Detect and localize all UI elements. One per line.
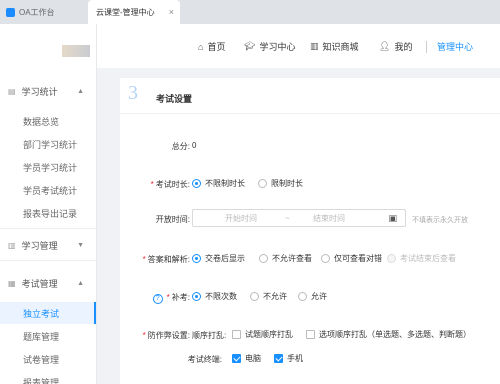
sidebar-item-report-management[interactable]: 报表管理: [0, 371, 96, 384]
makeup-label: ? * 补考:: [120, 292, 190, 304]
divider: [426, 41, 427, 53]
open-time-label: 开放时间:: [155, 215, 190, 224]
anti-cheat-label: * 防作弊设置:: [142, 331, 190, 340]
section-title: 考试设置: [156, 94, 193, 104]
sidebar-item-standalone-exam[interactable]: 独立考试: [0, 302, 96, 324]
checkbox-shuffle-options[interactable]: 选项顺序打乱（单选题、多选题、判断题）: [306, 329, 471, 340]
sidebar-group-label: 学习管理: [21, 240, 58, 251]
books-icon: ▥: [310, 41, 319, 51]
end-time-input[interactable]: 结束时间: [313, 213, 345, 224]
tab-management-center[interactable]: 云课堂-管理中心 ×: [88, 0, 180, 24]
range-separator: ~: [285, 213, 290, 223]
radio-makeup-not-allowed[interactable]: 不允许: [250, 291, 287, 302]
sidebar-item-department-stats[interactable]: 部门学习统计: [0, 133, 96, 155]
calendar-icon[interactable]: ▣: [388, 213, 397, 224]
start-time-input[interactable]: 开始时间: [225, 213, 257, 224]
order-shuffle-label: 顺序打乱:: [192, 331, 227, 340]
answer-label: * 答案和解析:: [142, 255, 190, 264]
close-icon[interactable]: ×: [169, 7, 174, 17]
terminal-label: 考试终端:: [187, 355, 222, 364]
sidebar-item-data-overview[interactable]: 数据总览: [0, 110, 96, 132]
nav-management-center[interactable]: 管理中心: [437, 40, 473, 53]
user-icon: 👤︎: [379, 41, 391, 51]
tab-label: 云课堂-管理中心: [96, 7, 155, 17]
sidebar-group-learning-management[interactable]: ▥ 学习管理 ▼: [0, 234, 96, 256]
radio-makeup-allowed[interactable]: 允许: [298, 291, 327, 302]
sidebar-group-learning-stats[interactable]: ▤ 学习统计 ▲: [0, 80, 96, 102]
sidebar-item-report-export[interactable]: 报表导出记录: [0, 202, 96, 224]
graduation-cap-icon: 🎓︎: [244, 41, 256, 51]
tab-oa-workbench[interactable]: OA工作台: [0, 0, 88, 24]
sidebar-item-student-learning-stats[interactable]: 学员学习统计: [0, 156, 96, 178]
sidebar: ▤ 学习统计 ▲ 数据总览 部门学习统计 学员学习统计 学员考试统计 报表导出记…: [0, 24, 97, 384]
nav-mine[interactable]: 👤︎ 我的: [379, 40, 412, 53]
exam-icon: ▦: [8, 278, 16, 288]
checkbox-shuffle-questions[interactable]: 试题顺序打乱: [232, 329, 293, 340]
divider: [0, 260, 96, 261]
chart-icon: ▤: [8, 86, 16, 96]
open-time-range-picker[interactable]: 开始时间 ~ 结束时间 ▣: [192, 209, 406, 227]
home-icon: ⌂: [198, 41, 204, 52]
sidebar-group-label: 考试管理: [21, 278, 58, 289]
radio-unlimited-duration[interactable]: 不限制时长: [192, 178, 245, 189]
exam-settings-panel: 3 考试设置 总分: 0 * 考试时长: 不限制时长 限制时长 开放时间: 开始时…: [120, 78, 500, 384]
sidebar-item-question-bank[interactable]: 题库管理: [0, 325, 96, 347]
nav-home[interactable]: ⌂ 首页: [198, 40, 225, 53]
nav-knowledge-store[interactable]: ▥ 知识商城: [310, 40, 359, 53]
chevron-up-icon: ▲: [77, 279, 84, 287]
radio-view-after-exam-end: 考试结束后查看: [387, 253, 456, 264]
total-score-label: 总分:: [171, 142, 190, 151]
tab-label: OA工作台: [19, 7, 55, 17]
oa-app-icon: [6, 7, 15, 17]
radio-view-correctness-only[interactable]: 仅可查看对错: [321, 253, 382, 264]
sidebar-item-student-exam-stats[interactable]: 学员考试统计: [0, 179, 96, 201]
chevron-up-icon: ▲: [77, 87, 84, 95]
radio-no-view[interactable]: 不允许查看: [259, 253, 312, 264]
checkbox-terminal-pc[interactable]: 电脑: [232, 353, 261, 364]
chevron-down-icon: ▼: [77, 241, 84, 249]
open-time-hint: 不填表示永久开放: [412, 217, 468, 224]
section-header: 3 考试设置: [120, 78, 500, 114]
checkbox-terminal-mobile[interactable]: 手机: [274, 353, 303, 364]
sidebar-group-exam-management[interactable]: ▦ 考试管理 ▲: [0, 272, 96, 294]
radio-unlimited-makeup[interactable]: 不限次数: [192, 291, 237, 302]
sidebar-item-paper-management[interactable]: 试卷管理: [0, 348, 96, 370]
total-score-value: 0: [192, 141, 197, 150]
document-icon: ▥: [8, 240, 16, 250]
section-number: 3: [128, 82, 138, 104]
nav-learning-center[interactable]: 🎓︎ 学习中心: [244, 40, 295, 53]
divider: [0, 228, 96, 229]
browser-tab-strip: OA工作台 云课堂-管理中心 ×: [0, 0, 500, 24]
sidebar-group-label: 学习统计: [21, 86, 58, 97]
logo: [62, 45, 90, 57]
duration-label: * 考试时长:: [150, 180, 190, 189]
radio-show-after-submit[interactable]: 交卷后显示: [192, 253, 245, 264]
question-icon: ?: [152, 294, 163, 304]
top-header: ⌂ 首页 🎓︎ 学习中心 ▥ 知识商城 👤︎ 我的 管理中心: [97, 24, 500, 68]
radio-limited-duration[interactable]: 限制时长: [258, 178, 303, 189]
